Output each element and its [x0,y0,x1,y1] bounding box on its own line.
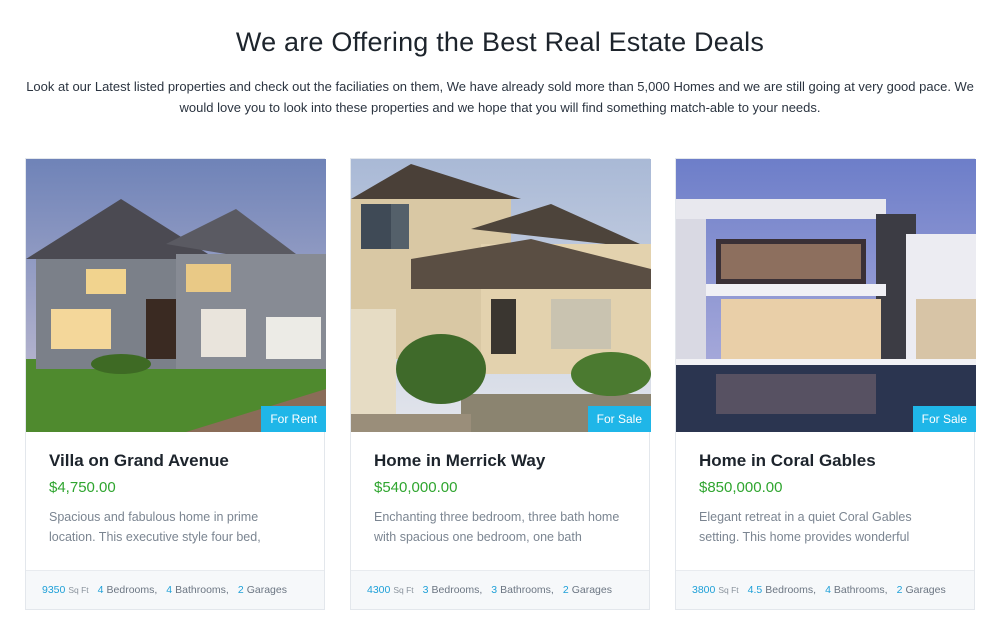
sqft-unit: Sq Ft [718,585,739,595]
sqft-value: 9350 [42,584,66,596]
garages-label: Garages [571,584,612,596]
bathrooms-label: Bathrooms, [175,584,229,596]
property-title[interactable]: Villa on Grand Avenue [49,450,301,472]
sqft-unit: Sq Ft [68,585,89,595]
property-photo[interactable]: For Sale [676,159,976,432]
property-price: $850,000.00 [699,479,783,496]
bedrooms-label: Bedrooms, [431,584,483,596]
bathrooms-value: 3 [491,584,498,596]
property-price: $540,000.00 [374,479,458,496]
property-features: 4300 Sq Ft 3 Bedrooms, 3 Bathrooms, 2 Ga… [351,570,649,609]
property-list: For Rent Villa on Grand Avenue $4,750.00… [25,158,976,610]
property-photo[interactable]: For Sale [351,159,651,432]
property-description: Spacious and fabulous home in prime loca… [49,510,261,544]
garages-value: 2 [896,584,903,596]
property-features: 3800 Sq Ft 4.5 Bedrooms, 4 Bathrooms, 2 … [676,570,974,609]
house-image [351,159,651,432]
bedrooms-label: Bedrooms, [106,584,158,596]
intro-text: Look at our Latest listed properties and… [26,79,974,115]
sqft-value: 4300 [367,584,391,596]
property-title[interactable]: Home in Merrick Way [374,450,626,472]
modern-house-image [676,159,976,432]
status-badge: For Sale [912,406,976,432]
status-badge: For Sale [587,406,651,432]
bathrooms-label: Bathrooms, [833,584,888,596]
sqft-unit: Sq Ft [393,585,414,595]
bedrooms-value: 4 [97,584,104,596]
property-description: Enchanting three bedroom, three bath hom… [374,510,620,544]
garages-label: Garages [905,584,946,596]
property-price: $4,750.00 [49,479,116,496]
villa-image [26,159,326,432]
bedrooms-label: Bedrooms, [765,584,817,596]
garages-label: Garages [246,584,287,596]
property-card[interactable]: For Rent Villa on Grand Avenue $4,750.00… [25,158,326,610]
bedrooms-value: 4.5 [747,584,763,596]
garages-value: 2 [562,584,569,596]
garages-value: 2 [237,584,244,596]
page-title: We are Offering the Best Real Estate Dea… [235,27,765,57]
property-card[interactable]: For Sale Home in Merrick Way $540,000.00… [350,158,651,610]
property-photo[interactable]: For Rent [26,159,326,432]
bedrooms-value: 3 [422,584,429,596]
bathrooms-label: Bathrooms, [500,584,554,596]
property-description: Elegant retreat in a quiet Coral Gables … [699,510,912,544]
property-title[interactable]: Home in Coral Gables [699,450,951,472]
property-card[interactable]: For Sale Home in Coral Gables $850,000.0… [675,158,976,610]
sqft-value: 3800 [692,584,716,596]
status-badge: For Rent [261,406,326,432]
bathrooms-value: 4 [166,584,173,596]
bathrooms-value: 4 [825,584,831,596]
property-features: 9350 Sq Ft 4 Bedrooms, 4 Bathrooms, 2 Ga… [26,570,324,609]
